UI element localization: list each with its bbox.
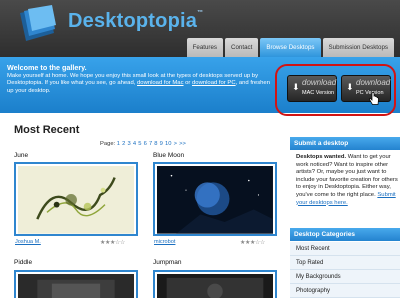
download-pc-link[interactable]: download for PC — [192, 80, 236, 86]
page-link-9[interactable]: 9 — [160, 141, 163, 147]
submit-desktop-text: Desktops wanted. Want to get your work n… — [296, 154, 398, 207]
thumbnail-blue-moon[interactable] — [153, 162, 277, 236]
page-link-10[interactable]: 10 — [165, 141, 171, 147]
page-link-6[interactable]: 6 — [144, 141, 147, 147]
page-link-7[interactable]: 7 — [149, 141, 152, 147]
thumbnail-june-image — [18, 166, 134, 234]
page-link-2[interactable]: 2 — [122, 141, 125, 147]
pagination: Page: 1 2 3 4 5 6 7 8 9 10 > >> — [100, 141, 186, 147]
tab-browse-desktops[interactable]: Browse Desktops — [260, 38, 321, 57]
page-last-link[interactable]: >> — [179, 141, 186, 147]
category-most-recent[interactable]: Most Recent — [290, 242, 400, 256]
card-author-june[interactable]: Joshua M. — [15, 239, 41, 245]
page-link-5[interactable]: 5 — [138, 141, 141, 147]
welcome-title: Welcome to the gallery. — [7, 63, 87, 72]
page-next-link[interactable]: > — [174, 141, 177, 147]
logo-text[interactable]: Desktoptopia™ — [68, 10, 203, 33]
category-my-backgrounds[interactable]: My Backgrounds — [290, 270, 400, 284]
card-title-jumpman[interactable]: Jumpman — [153, 259, 182, 266]
thumbnail-jumpman[interactable] — [153, 270, 277, 298]
page-link-1[interactable]: 1 — [117, 141, 120, 147]
thumbnail-piddle[interactable] — [14, 270, 138, 298]
page-link-4[interactable]: 4 — [133, 141, 136, 147]
welcome-text: Make yourself at home. We hope you enjoy… — [7, 73, 272, 95]
page-title: Most Recent — [14, 124, 80, 136]
logo-icon[interactable] — [14, 3, 62, 45]
submit-desktop-bold: Desktops wanted. — [296, 154, 347, 160]
site-header: Desktoptopia™ Features Contact Browse De… — [0, 0, 400, 57]
tab-features[interactable]: Features — [186, 38, 224, 57]
card-title-piddle[interactable]: Piddle — [14, 259, 32, 266]
page-link-3[interactable]: 3 — [128, 141, 131, 147]
page-link-8[interactable]: 8 — [154, 141, 157, 147]
card-rating-june[interactable]: ★★★☆☆ — [100, 239, 125, 246]
submit-desktop-header: Submit a desktop — [290, 137, 400, 150]
card-author-blue-moon[interactable]: microbot — [154, 239, 175, 245]
hand-cursor-icon — [369, 92, 379, 105]
logo-trademark: ™ — [197, 10, 204, 16]
pager-label: Page: — [100, 141, 116, 147]
welcome-text-or: or — [183, 80, 193, 87]
tab-submission-desktops[interactable]: Submission Desktops — [322, 38, 394, 57]
thumbnail-jumpman-image — [157, 274, 273, 298]
thumbnail-june[interactable] — [14, 162, 138, 236]
tab-contact[interactable]: Contact — [225, 38, 259, 57]
highlight-circle — [275, 64, 396, 116]
category-photography[interactable]: Photography — [290, 284, 400, 298]
thumbnail-piddle-image — [18, 274, 134, 298]
main-nav: Features Contact Browse Desktops Submiss… — [186, 38, 394, 57]
card-rating-blue-moon[interactable]: ★★★☆☆ — [240, 239, 265, 246]
card-title-blue-moon[interactable]: Blue Moon — [153, 152, 184, 159]
category-top-rated[interactable]: Top Rated — [290, 256, 400, 270]
logo-name[interactable]: Desktoptopia — [68, 10, 197, 32]
thumbnail-blue-moon-image — [157, 166, 273, 234]
download-mac-link[interactable]: download for Mac — [137, 80, 184, 86]
card-title-june[interactable]: June — [14, 152, 28, 159]
desktop-categories-header: Desktop Categories — [290, 228, 400, 241]
